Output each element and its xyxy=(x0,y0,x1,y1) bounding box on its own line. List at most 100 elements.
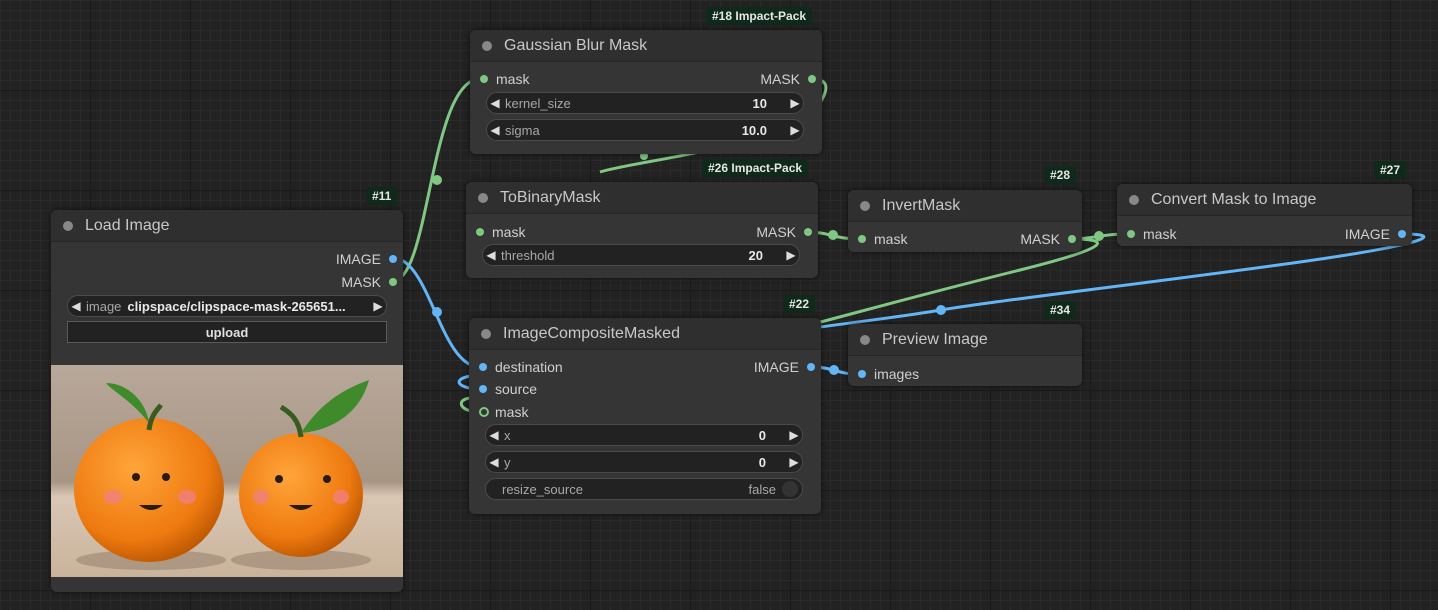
output-dot-icon[interactable] xyxy=(1398,230,1406,238)
collapse-dot-icon[interactable] xyxy=(860,334,870,345)
widget-value: 10 xyxy=(752,95,767,111)
collapse-dot-icon[interactable] xyxy=(478,192,488,203)
arrow-right-icon[interactable]: ▶ xyxy=(783,248,799,262)
output-image[interactable]: IMAGE xyxy=(336,251,399,267)
arrow-right-icon[interactable]: ▶ xyxy=(787,96,803,110)
x-widget[interactable]: ◀ x 0 ▶ xyxy=(485,424,803,446)
node-title-bar[interactable]: InvertMask xyxy=(848,190,1082,222)
output-mask[interactable]: MASK xyxy=(760,71,818,87)
input-images[interactable]: images xyxy=(854,366,919,382)
widget-label: x xyxy=(504,427,511,443)
input-dot-icon[interactable] xyxy=(479,363,487,371)
node-title-bar[interactable]: Convert Mask to Image xyxy=(1117,184,1412,216)
output-dot-icon[interactable] xyxy=(1068,235,1076,243)
widget-value: 0 xyxy=(758,454,766,470)
arrow-right-icon[interactable]: ▶ xyxy=(370,299,386,313)
collapse-dot-icon[interactable] xyxy=(63,220,73,231)
input-mask[interactable]: mask xyxy=(475,404,528,420)
widget-value: 0 xyxy=(758,427,766,443)
input-dot-icon[interactable] xyxy=(479,407,489,417)
arrow-right-icon[interactable]: ▶ xyxy=(786,455,802,469)
output-dot-icon[interactable] xyxy=(808,75,816,83)
node-invert-mask[interactable]: InvertMask mask MASK xyxy=(848,190,1082,252)
input-dot-icon[interactable] xyxy=(858,370,866,378)
kernel-size-widget[interactable]: ◀ kernel_size 10 ▶ xyxy=(486,92,804,114)
output-mask[interactable]: MASK xyxy=(341,274,399,290)
collapse-dot-icon[interactable] xyxy=(860,200,870,211)
input-mask[interactable]: mask xyxy=(854,231,907,247)
slot-label: mask xyxy=(1143,226,1177,242)
graph-canvas[interactable]: #11 Load Image IMAGE MASK ◀ image clipsp… xyxy=(0,0,1438,610)
output-mask[interactable]: MASK xyxy=(756,224,814,240)
output-dot-icon[interactable] xyxy=(807,363,815,371)
upload-button[interactable]: upload xyxy=(67,321,387,343)
arrow-right-icon[interactable]: ▶ xyxy=(786,428,802,442)
output-image[interactable]: IMAGE xyxy=(754,359,817,375)
node-title-bar[interactable]: ImageCompositeMasked xyxy=(469,318,821,350)
slot-label: mask xyxy=(874,231,908,247)
output-dot-icon[interactable] xyxy=(389,278,397,286)
toggle-knob-icon[interactable] xyxy=(782,481,798,497)
arrow-left-icon[interactable]: ◀ xyxy=(486,428,502,442)
input-mask[interactable]: mask xyxy=(476,71,529,87)
arrow-left-icon[interactable]: ◀ xyxy=(483,248,499,262)
input-source[interactable]: source xyxy=(475,381,537,397)
widget-label: y xyxy=(504,454,511,470)
node-badge-invert-mask: #28 xyxy=(1044,166,1077,184)
arrow-right-icon[interactable]: ▶ xyxy=(787,123,803,137)
slot-label: images xyxy=(874,366,920,382)
widget-label: kernel_size xyxy=(505,95,571,111)
input-dot-icon[interactable] xyxy=(476,228,484,236)
node-preview-image[interactable]: Preview Image images xyxy=(848,324,1082,386)
node-badge-convert-mask: #27 xyxy=(1374,161,1407,179)
node-title: Convert Mask to Image xyxy=(1151,190,1317,208)
node-title: Load Image xyxy=(85,216,170,234)
output-dot-icon[interactable] xyxy=(389,255,397,263)
widget-label: sigma xyxy=(505,122,540,138)
node-badge-to-binary: #26 Impact-Pack xyxy=(702,159,809,177)
slot-label: source xyxy=(495,381,538,397)
slot-label: MASK xyxy=(1020,231,1060,247)
collapse-dot-icon[interactable] xyxy=(482,40,492,51)
node-gaussian-blur-mask[interactable]: Gaussian Blur Mask mask MASK ◀ kernel_si… xyxy=(470,30,822,154)
input-mask[interactable]: mask xyxy=(1123,226,1176,242)
node-load-image[interactable]: Load Image IMAGE MASK ◀ image clipspace/… xyxy=(51,210,403,592)
input-dot-icon[interactable] xyxy=(480,75,488,83)
input-destination[interactable]: destination xyxy=(475,359,563,375)
threshold-widget[interactable]: ◀ threshold 20 ▶ xyxy=(482,244,800,266)
arrow-left-icon[interactable]: ◀ xyxy=(486,455,502,469)
node-image-composite-masked[interactable]: ImageCompositeMasked destination source … xyxy=(469,318,821,514)
slot-label: mask xyxy=(495,404,529,420)
output-dot-icon[interactable] xyxy=(804,228,812,236)
arrow-left-icon[interactable]: ◀ xyxy=(68,299,84,313)
sigma-widget[interactable]: ◀ sigma 10.0 ▶ xyxy=(486,119,804,141)
node-convert-mask-to-image[interactable]: Convert Mask to Image mask IMAGE xyxy=(1117,184,1412,246)
collapse-dot-icon[interactable] xyxy=(1129,194,1139,205)
node-title: Gaussian Blur Mask xyxy=(504,36,648,54)
node-to-binary-mask[interactable]: ToBinaryMask mask MASK ◀ threshold 20 ▶ xyxy=(466,182,818,278)
slot-label: IMAGE xyxy=(335,251,381,267)
node-title: ImageCompositeMasked xyxy=(503,324,680,342)
node-title-bar[interactable]: Gaussian Blur Mask xyxy=(470,30,822,62)
arrow-left-icon[interactable]: ◀ xyxy=(487,96,503,110)
node-title-bar[interactable]: Preview Image xyxy=(848,324,1082,356)
arrow-left-icon[interactable]: ◀ xyxy=(487,123,503,137)
input-dot-icon[interactable] xyxy=(1127,230,1135,238)
node-title-bar[interactable]: Load Image xyxy=(51,210,403,242)
y-widget[interactable]: ◀ y 0 ▶ xyxy=(485,451,803,473)
collapse-dot-icon[interactable] xyxy=(481,328,491,339)
slot-label: mask xyxy=(492,224,526,240)
resize-source-toggle[interactable]: resize_source false xyxy=(485,478,803,500)
output-mask[interactable]: MASK xyxy=(1020,231,1078,247)
input-mask[interactable]: mask xyxy=(472,224,525,240)
widget-value: 20 xyxy=(748,247,763,263)
input-dot-icon[interactable] xyxy=(479,385,487,393)
input-dot-icon[interactable] xyxy=(858,235,866,243)
node-title-bar[interactable]: ToBinaryMask xyxy=(466,182,818,214)
image-combo-widget[interactable]: ◀ image clipspace/clipspace-mask-265651.… xyxy=(67,295,387,317)
widget-value: false xyxy=(748,481,776,497)
widget-value: clipspace/clipspace-mask-265651... xyxy=(127,298,346,314)
widget-label: threshold xyxy=(501,247,555,263)
output-image[interactable]: IMAGE xyxy=(1345,226,1408,242)
node-badge-load-image: #11 xyxy=(366,187,398,205)
